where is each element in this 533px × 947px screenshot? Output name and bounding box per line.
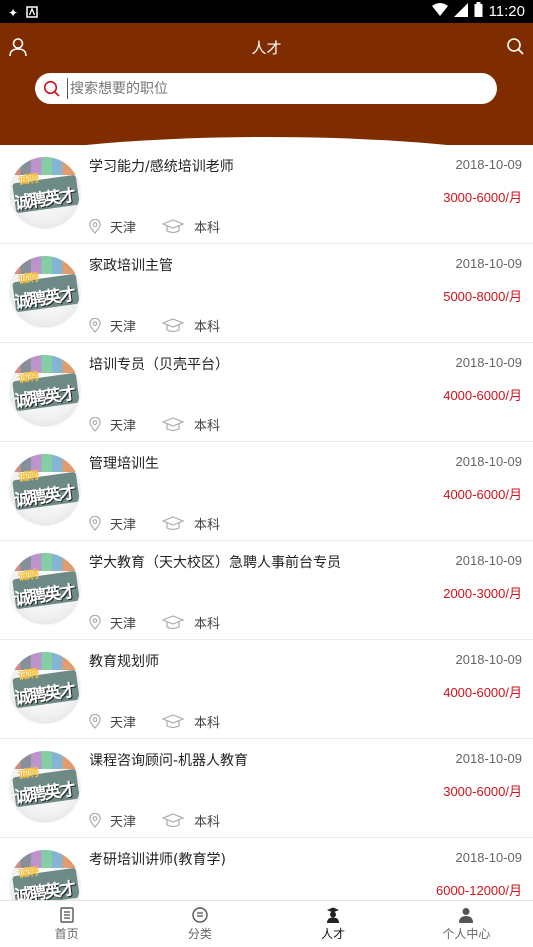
- tab-label: 个人中心: [442, 927, 491, 941]
- job-salary: 2000-3000/月: [443, 586, 522, 601]
- job-city: 天津: [110, 320, 137, 335]
- job-education: 本科: [194, 815, 221, 830]
- job-education: 本科: [194, 320, 221, 335]
- tab-label: 分类: [187, 927, 212, 941]
- job-education: 本科: [194, 617, 221, 632]
- job-date: 2018-10-09: [455, 256, 523, 271]
- job-salary: 6000-12000/月: [435, 883, 522, 898]
- job-item[interactable]: 诚聘 诚聘英才 家政培训主管 2018-10-09 5000-8000/月 天津 …: [0, 244, 533, 343]
- location-icon: [89, 516, 101, 531]
- category-icon: [192, 907, 208, 923]
- graduation-cap-icon: [162, 813, 185, 828]
- job-city: 天津: [110, 815, 137, 830]
- page-title: 人才: [251, 39, 282, 57]
- company-logo: 诚聘 诚聘英才: [10, 751, 80, 821]
- job-item[interactable]: 诚聘 诚聘英才 管理培训生 2018-10-09 4000-6000/月 天津 本…: [0, 442, 533, 541]
- job-date: 2018-10-09: [455, 355, 523, 370]
- job-salary: 3000-6000/月: [443, 784, 522, 799]
- job-salary: 4000-6000/月: [443, 685, 522, 700]
- tab-talent[interactable]: 人才: [267, 901, 400, 947]
- job-item[interactable]: 诚聘 诚聘英才 培训专员（贝壳平台） 2018-10-09 4000-6000/月…: [0, 343, 533, 442]
- battery-icon: [474, 2, 483, 21]
- job-city: 天津: [110, 221, 137, 236]
- job-education: 本科: [194, 419, 221, 434]
- job-city: 天津: [110, 518, 137, 533]
- job-title: 管理培训生: [89, 456, 159, 472]
- job-date: 2018-10-09: [455, 454, 523, 469]
- job-title: 学习能力/感统培训老师: [89, 159, 234, 175]
- location-icon: [89, 417, 101, 432]
- job-item[interactable]: 诚聘 诚聘英才 课程咨询顾问-机器人教育 2018-10-09 3000-6000…: [0, 739, 533, 838]
- job-list: 诚聘 诚聘英才 学习能力/感统培训老师 2018-10-09 3000-6000/…: [0, 145, 533, 900]
- job-education: 本科: [194, 221, 221, 236]
- company-logo: 诚聘 诚聘英才: [10, 553, 80, 623]
- talent-icon: [327, 907, 340, 923]
- graduation-cap-icon: [162, 318, 185, 333]
- job-item[interactable]: 诚聘 诚聘英才 学习能力/感统培训老师 2018-10-09 3000-6000/…: [0, 145, 533, 244]
- graduation-cap-icon: [162, 219, 185, 234]
- search-input[interactable]: [67, 78, 467, 99]
- job-salary: 4000-6000/月: [443, 487, 522, 502]
- company-logo: 诚聘 诚聘英才: [10, 454, 80, 524]
- job-city: 天津: [110, 617, 137, 632]
- job-date: 2018-10-09: [455, 553, 523, 568]
- tab-label: 人才: [321, 927, 346, 941]
- company-logo: 诚聘 诚聘英才: [10, 850, 80, 900]
- tab-label: 首页: [54, 927, 79, 941]
- job-education: 本科: [194, 518, 221, 533]
- wifi-icon: [431, 2, 448, 21]
- graduation-cap-icon: [162, 516, 185, 531]
- graduation-cap-icon: [162, 615, 185, 630]
- job-salary: 3000-6000/月: [443, 190, 522, 205]
- job-city: 天津: [110, 716, 137, 731]
- job-title: 家政培训主管: [89, 258, 173, 274]
- job-title: 考研培训讲师(教育学): [89, 852, 226, 868]
- company-logo: 诚聘 诚聘英才: [10, 652, 80, 722]
- job-title: 教育规划师: [89, 654, 159, 670]
- tab-home[interactable]: 首页: [0, 901, 133, 947]
- job-date: 2018-10-09: [455, 652, 523, 667]
- search-bar[interactable]: [35, 73, 497, 104]
- search-icon[interactable]: [506, 37, 524, 55]
- android-notification-icon: [26, 3, 38, 22]
- job-salary: 4000-6000/月: [443, 388, 522, 403]
- company-logo: 诚聘 诚聘英才: [10, 355, 80, 425]
- header-curve: [0, 137, 533, 145]
- job-title: 课程咨询顾问-机器人教育: [89, 753, 249, 769]
- location-icon: [89, 219, 101, 234]
- app-notification-icon: ✦: [8, 5, 19, 20]
- job-item[interactable]: 诚聘 诚聘英才 学大教育（天大校区）急聘人事前台专员 2018-10-09 200…: [0, 541, 533, 640]
- location-icon: [89, 813, 101, 828]
- bottom-tab-bar: 首页 分类 人才 个人中心: [0, 900, 533, 947]
- search-icon: [43, 80, 60, 97]
- company-logo: 诚聘 诚聘英才: [10, 157, 80, 227]
- job-salary: 5000-8000/月: [443, 289, 522, 304]
- home-icon: [59, 907, 74, 923]
- signal-icon: [453, 2, 468, 21]
- app-header: 人才: [0, 23, 533, 145]
- clock: 11:20: [488, 3, 525, 20]
- job-title: 学大教育（天大校区）急聘人事前台专员: [89, 555, 341, 571]
- job-education: 本科: [194, 716, 221, 731]
- tab-category[interactable]: 分类: [133, 901, 266, 947]
- job-date: 2018-10-09: [455, 157, 523, 172]
- company-logo: 诚聘 诚聘英才: [10, 256, 80, 326]
- job-title: 培训专员（贝壳平台）: [89, 357, 229, 373]
- graduation-cap-icon: [162, 714, 185, 729]
- location-icon: [89, 318, 101, 333]
- job-city: 天津: [110, 419, 137, 434]
- profile-icon: [459, 908, 474, 923]
- status-bar: ✦ 11:20: [0, 0, 533, 23]
- job-date: 2018-10-09: [455, 850, 523, 865]
- tab-profile[interactable]: 个人中心: [400, 901, 533, 947]
- job-item[interactable]: 诚聘 诚聘英才 教育规划师 2018-10-09 4000-6000/月 天津 本…: [0, 640, 533, 739]
- location-icon: [89, 714, 101, 729]
- graduation-cap-icon: [162, 417, 185, 432]
- location-icon: [89, 615, 101, 630]
- job-date: 2018-10-09: [455, 751, 523, 766]
- job-item[interactable]: 诚聘 诚聘英才 考研培训讲师(教育学) 2018-10-09 6000-12000…: [0, 838, 533, 900]
